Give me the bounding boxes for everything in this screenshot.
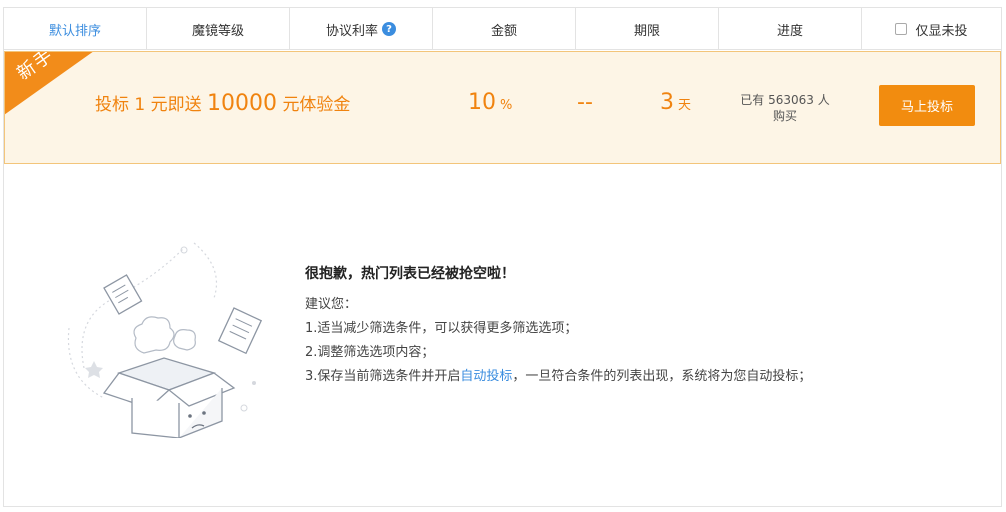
only-uninvested-label: 仅显未投: [915, 23, 968, 39]
suggest-item-3: 3.保存当前筛选条件并开启自动投标，一旦符合条件的列表出现，系统将为您自动投标；: [305, 365, 811, 389]
amount-label: 金额: [490, 23, 517, 39]
newbie-progress: 已有 563063 人 购买: [735, 92, 835, 124]
newbie-loan-row: 新手 投标 1 元即送 10000 元体验金 10% -- 3天 已有 5630…: [4, 51, 1001, 164]
sort-default-tab[interactable]: 默认排序: [4, 8, 147, 50]
suggest-label: 建议您：: [305, 297, 358, 312]
term-label: 期限: [633, 23, 660, 39]
magic-level-label: 魔镜等级: [191, 23, 244, 39]
rate-value: 10: [468, 90, 496, 115]
newbie-rate: 10%: [468, 90, 512, 115]
progress-label: 进度: [776, 23, 803, 39]
listing-panel: 默认排序 魔镜等级 协议利率 ? 金额 期限 进度 仅显未投 新手 投标 1 元…: [3, 7, 1002, 507]
newbie-term: 3天: [660, 90, 691, 115]
newbie-amount: --: [577, 90, 593, 115]
newbie-promo[interactable]: 投标 1 元即送 10000 元体验金: [95, 90, 350, 116]
term-value: 3: [660, 90, 674, 115]
sort-progress-tab[interactable]: 进度: [719, 8, 862, 50]
only-uninvested-checkbox[interactable]: [895, 23, 908, 35]
suggest-item-3-prefix: 3.保存当前筛选条件并开启: [305, 369, 461, 384]
empty-state: 很抱歉，热门列表已经被抢空啦！ 建议您： 1.适当减少筛选条件，可以获得更多筛选…: [305, 263, 811, 389]
invest-now-button[interactable]: 马上投标: [879, 85, 975, 126]
promo-amount: 10000: [207, 91, 278, 116]
auto-invest-link[interactable]: 自动投标: [460, 369, 512, 384]
sort-magic-level-tab[interactable]: 魔镜等级: [147, 8, 290, 50]
promo-prefix: 投标 1 元即送: [95, 95, 202, 115]
sort-header: 默认排序 魔镜等级 协议利率 ? 金额 期限 进度 仅显未投: [4, 8, 1001, 50]
sort-rate-tab[interactable]: 协议利率 ?: [290, 8, 433, 50]
empty-box-illustration: [67, 242, 263, 438]
sort-amount-tab[interactable]: 金额: [433, 8, 576, 50]
help-icon[interactable]: ?: [382, 22, 396, 36]
sort-term-tab[interactable]: 期限: [576, 8, 719, 50]
term-unit: 天: [678, 98, 692, 113]
rate-label: 协议利率: [325, 23, 378, 39]
buyer-count: 已有 563063 人: [740, 93, 830, 107]
suggest-item-3-suffix: ，一旦符合条件的列表出现，系统将为您自动投标；: [512, 369, 812, 384]
suggest-item-2: 2.调整筛选选项内容；: [305, 345, 435, 360]
empty-title: 很抱歉，热门列表已经被抢空啦！: [305, 266, 515, 282]
rate-unit: %: [500, 98, 513, 113]
sort-default-label: 默认排序: [48, 23, 101, 39]
suggest-item-1: 1.适当减少筛选条件，可以获得更多筛选选项；: [305, 321, 578, 336]
promo-suffix: 元体验金: [282, 95, 351, 115]
only-uninvested-toggle[interactable]: 仅显未投: [862, 8, 1001, 50]
buyer-suffix: 购买: [772, 109, 797, 123]
